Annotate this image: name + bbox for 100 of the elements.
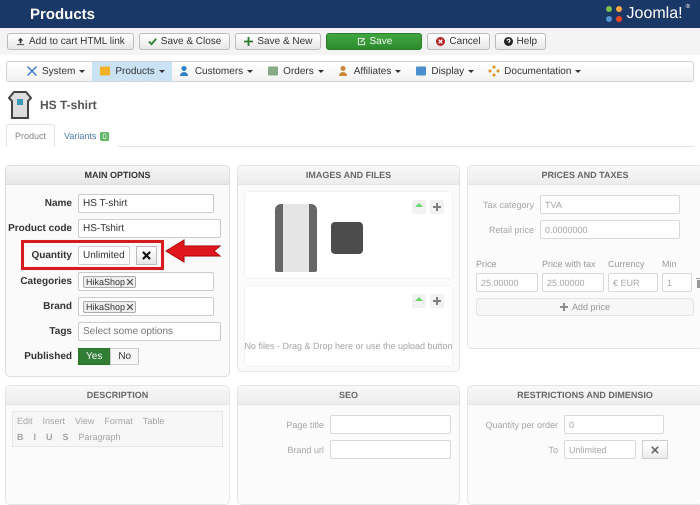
menu-item[interactable]: Customers: [172, 62, 260, 82]
editor-menu[interactable]: Edit: [17, 416, 33, 426]
menu-label: Customers: [194, 66, 244, 77]
field-label: Quantity: [30, 250, 72, 260]
toolbar-button[interactable]: Save & New: [235, 32, 322, 50]
menu-item[interactable]: Affiliates: [330, 62, 408, 82]
empty-message: No files - Drag & Drop here or use the upload button: [244, 341, 453, 351]
menu-label: System: [42, 66, 76, 77]
text-input[interactable]: 25.00000: [542, 273, 604, 292]
format-button[interactable]: B: [17, 432, 24, 442]
menu-item[interactable]: Display: [408, 62, 482, 82]
caret-icon: [79, 70, 86, 73]
field-label: Retail price: [488, 224, 534, 234]
caret-icon: [395, 70, 402, 73]
toolbar-button[interactable]: Save: [326, 32, 422, 50]
menu-label: Products: [115, 66, 155, 77]
column-header: Min: [662, 259, 678, 269]
field-label: Brand: [42, 301, 72, 312]
menu-item[interactable]: Orders: [260, 62, 331, 82]
clear-button[interactable]: [136, 246, 157, 264]
file-drop-area[interactable]: No files - Drag & Drop here or use the upload button: [244, 285, 453, 367]
count-badge: 0: [100, 132, 109, 141]
field-label: Product code: [7, 223, 72, 234]
check-icon: [148, 36, 157, 46]
field-label: Brand url: [286, 444, 324, 454]
format-button[interactable]: I: [34, 432, 36, 442]
toggle-option[interactable]: Yes: [78, 348, 110, 365]
add-button[interactable]: [430, 294, 444, 308]
text-input[interactable]: [330, 440, 451, 459]
field-label: Published: [23, 351, 72, 362]
caret-icon: [247, 70, 254, 73]
tag-chip: HikaShop: [83, 276, 136, 288]
field-label: Tax category: [482, 200, 534, 210]
add-price-button[interactable]: Add price: [476, 298, 694, 316]
text-input[interactable]: 1: [662, 273, 692, 292]
text-input[interactable]: 0: [564, 415, 664, 434]
people-icon: [178, 65, 191, 78]
column-header: Price: [476, 259, 498, 269]
column-header: Price with tax: [542, 259, 597, 269]
cancel-icon: [436, 36, 446, 46]
menu-item[interactable]: Products: [92, 62, 172, 82]
toggle-option[interactable]: No: [110, 348, 140, 365]
field-label: Categories: [19, 276, 72, 287]
tags-field[interactable]: Select some options: [78, 322, 221, 341]
thumbnail-placeholder: [331, 222, 363, 254]
toolbar-button[interactable]: Cancel: [427, 32, 490, 50]
paragraph-select[interactable]: Paragraph: [78, 432, 121, 442]
logo-text: Joomla!: [626, 5, 683, 24]
plus-icon: [433, 297, 441, 305]
person-icon: [338, 65, 350, 78]
caret-icon: [318, 70, 324, 73]
panel-title: PRICES AND TAXES: [468, 166, 700, 185]
caret-icon: [158, 70, 165, 73]
format-button[interactable]: U: [46, 432, 53, 442]
tags-field[interactable]: HikaShop: [78, 297, 214, 316]
editor-menu[interactable]: View: [75, 416, 94, 426]
menu-label: Documentation: [504, 66, 572, 77]
text-input[interactable]: HS-Tshirt: [78, 219, 221, 238]
plus-icon: [433, 203, 441, 211]
panel-title: IMAGES AND FILES: [238, 166, 459, 185]
logo-icon: [604, 4, 624, 24]
plus-icon: [244, 36, 254, 46]
toolbar-button[interactable]: Save & Close: [138, 32, 230, 50]
text-input[interactable]: HS T-shirt: [78, 194, 214, 213]
tags-field[interactable]: HikaShop: [78, 272, 214, 291]
remove-icon[interactable]: [127, 304, 134, 310]
text-input[interactable]: 25.00000: [476, 273, 538, 292]
dots-icon: [488, 65, 500, 78]
currency-select[interactable]: € EUR: [608, 273, 658, 292]
tax-select[interactable]: TVA: [540, 195, 680, 214]
editor-menu[interactable]: Insert: [42, 416, 66, 426]
text-input[interactable]: Unlimited: [564, 440, 636, 459]
toolbar-button[interactable]: Help: [494, 32, 546, 50]
remove-icon[interactable]: [127, 278, 134, 284]
text-input[interactable]: 0.0000000: [540, 220, 680, 239]
caret-icon: [575, 70, 582, 73]
text-input[interactable]: [330, 415, 451, 434]
field-label: Name: [44, 198, 72, 209]
editor-menu[interactable]: Format: [104, 416, 133, 426]
menu-label: Affiliates: [354, 66, 392, 77]
quantity-input[interactable]: Unlimited: [78, 246, 130, 264]
page-title: Products: [30, 6, 96, 23]
tab[interactable]: Product: [6, 124, 56, 147]
editor-menu[interactable]: Table: [142, 416, 164, 426]
add-button[interactable]: [430, 200, 444, 214]
photo-placeholder: [275, 204, 317, 272]
menu-label: Display: [431, 66, 464, 77]
menu-item[interactable]: System: [19, 62, 92, 82]
arrow-icon: [164, 238, 222, 264]
panel-title: SEO: [238, 386, 459, 405]
tools-icon: [26, 65, 38, 78]
close-icon: [142, 250, 152, 260]
format-button[interactable]: S: [62, 432, 69, 442]
field-label: To: [547, 444, 558, 454]
menu-item[interactable]: Documentation: [481, 62, 588, 82]
field-label: Page title: [285, 420, 324, 430]
field-label: Quantity per order: [484, 420, 558, 430]
toolbar-button[interactable]: Add to cart HTML link: [7, 32, 134, 50]
caret-icon: [468, 70, 474, 73]
upload-icon: [16, 36, 25, 46]
